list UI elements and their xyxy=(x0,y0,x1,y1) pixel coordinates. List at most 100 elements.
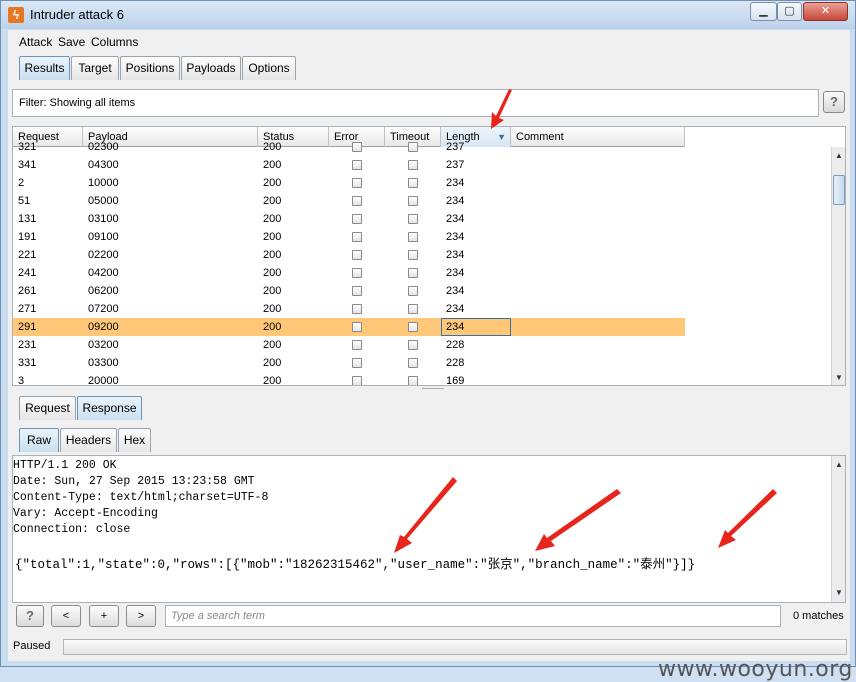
cell-payload: 05000 xyxy=(88,195,119,207)
search-help-button[interactable]: ? xyxy=(16,605,44,627)
table-row[interactable]: 331 03300 200 228 xyxy=(13,354,685,372)
split-divider[interactable] xyxy=(422,385,444,389)
cell-request: 131 xyxy=(18,213,37,225)
cell-length: 228 xyxy=(446,357,465,369)
error-checkbox xyxy=(352,376,362,385)
minimize-button[interactable]: ▁ xyxy=(750,2,777,21)
table-row[interactable]: 221 02200 200 234 xyxy=(13,246,685,264)
cell-status: 200 xyxy=(263,321,282,333)
menu-attack[interactable]: Attack xyxy=(19,35,52,49)
cell-status: 200 xyxy=(263,249,282,261)
tab-target[interactable]: Target xyxy=(71,56,119,80)
cell-status: 200 xyxy=(263,267,282,279)
table-row[interactable]: 271 07200 200 234 xyxy=(13,300,685,318)
table-row[interactable]: 3 20000 200 169 xyxy=(13,372,685,386)
timeout-checkbox xyxy=(408,160,418,170)
search-prev-button[interactable]: < xyxy=(51,605,81,627)
cell-length: 234 xyxy=(446,303,465,315)
cell-length: 237 xyxy=(446,159,465,171)
cell-request: 261 xyxy=(18,285,37,297)
search-input[interactable]: Type a search term xyxy=(165,605,781,627)
cell-payload: 02300 xyxy=(88,141,119,153)
scroll-down-icon[interactable]: ▼ xyxy=(835,588,843,597)
title-bar: ϟ Intruder attack 6 ▁ ▢ ✕ xyxy=(1,1,855,29)
tab-headers[interactable]: Headers xyxy=(60,428,117,452)
table-row[interactable]: 131 03100 200 234 xyxy=(13,210,685,228)
table-row[interactable]: 51 05000 200 234 xyxy=(13,192,685,210)
table-row[interactable]: 291 09200 200 234 xyxy=(13,318,685,336)
scroll-down-icon[interactable]: ▼ xyxy=(835,373,843,382)
table-row[interactable]: 341 04300 200 237 xyxy=(13,156,685,174)
error-checkbox xyxy=(352,322,362,332)
timeout-checkbox xyxy=(408,376,418,385)
cell-payload: 04300 xyxy=(88,159,119,171)
error-checkbox xyxy=(352,358,362,368)
match-count: 0 matches xyxy=(793,610,844,622)
tab-options[interactable]: Options xyxy=(242,56,296,80)
error-checkbox xyxy=(352,304,362,314)
cell-length: 234 xyxy=(446,249,465,261)
response-viewer[interactable]: HTTP/1.1 200 OK Date: Sun, 27 Sep 2015 1… xyxy=(12,455,846,603)
client-area: Attack Save Columns Results Target Posit… xyxy=(8,30,852,682)
cell-status: 200 xyxy=(263,177,282,189)
cell-request: 241 xyxy=(18,267,37,279)
tab-positions[interactable]: Positions xyxy=(120,56,180,80)
cell-length: 237 xyxy=(446,141,465,153)
search-add-button[interactable]: + xyxy=(89,605,119,627)
cell-length: 234 xyxy=(446,213,465,225)
cell-payload: 03100 xyxy=(88,213,119,225)
menu-save[interactable]: Save xyxy=(58,35,85,49)
scroll-up-icon[interactable]: ▲ xyxy=(835,460,843,469)
response-header-line: HTTP/1.1 200 OK xyxy=(13,459,117,472)
cell-status: 200 xyxy=(263,357,282,369)
table-row[interactable]: 231 03200 200 228 xyxy=(13,336,685,354)
tab-request[interactable]: Request xyxy=(19,396,76,420)
tab-response[interactable]: Response xyxy=(77,396,142,420)
filter-text: Filter: Showing all items xyxy=(19,97,136,109)
cell-request: 231 xyxy=(18,339,37,351)
cell-payload: 04200 xyxy=(88,267,119,279)
cell-length: 234 xyxy=(446,285,465,297)
tab-raw[interactable]: Raw xyxy=(19,428,59,452)
cell-payload: 10000 xyxy=(88,177,119,189)
response-scrollbar[interactable]: ▲ ▼ xyxy=(831,456,845,602)
cell-request: 2 xyxy=(18,177,25,189)
progress-bar xyxy=(63,639,847,655)
focused-cell xyxy=(441,318,511,336)
results-table: Request Payload Status Error Timeout Len… xyxy=(12,126,846,386)
error-checkbox xyxy=(352,268,362,278)
search-next-button[interactable]: > xyxy=(126,605,156,627)
cell-length: 234 xyxy=(446,267,465,279)
timeout-checkbox xyxy=(408,340,418,350)
window-title: Intruder attack 6 xyxy=(30,7,124,22)
tab-results[interactable]: Results xyxy=(19,56,70,80)
filter-help-button[interactable]: ? xyxy=(823,91,845,113)
tab-hex[interactable]: Hex xyxy=(118,428,151,452)
table-scrollbar[interactable]: ▲ ▼ xyxy=(831,147,845,385)
table-row[interactable]: 321 02300 200 237 xyxy=(13,138,685,156)
cell-status: 200 xyxy=(263,231,282,243)
timeout-checkbox xyxy=(408,268,418,278)
menu-bar: Attack Save Columns xyxy=(8,30,850,54)
table-row[interactable]: 191 09100 200 234 xyxy=(13,228,685,246)
cell-request: 291 xyxy=(18,321,37,333)
cell-request: 3 xyxy=(18,375,25,386)
table-row[interactable]: 261 06200 200 234 xyxy=(13,282,685,300)
table-row[interactable]: 241 04200 200 234 xyxy=(13,264,685,282)
tab-payloads[interactable]: Payloads xyxy=(181,56,241,80)
cell-status: 200 xyxy=(263,195,282,207)
cell-payload: 06200 xyxy=(88,285,119,297)
scroll-thumb[interactable] xyxy=(833,175,845,205)
filter-bar[interactable]: Filter: Showing all items xyxy=(12,89,819,117)
close-button[interactable]: ✕ xyxy=(803,2,848,21)
timeout-checkbox xyxy=(408,142,418,152)
menu-columns[interactable]: Columns xyxy=(91,35,138,49)
error-checkbox xyxy=(352,178,362,188)
scroll-up-icon[interactable]: ▲ xyxy=(835,151,843,160)
cell-length: 228 xyxy=(446,339,465,351)
cell-length: 234 xyxy=(446,195,465,207)
error-checkbox xyxy=(352,142,362,152)
maximize-button[interactable]: ▢ xyxy=(777,2,802,21)
table-row[interactable]: 2 10000 200 234 xyxy=(13,174,685,192)
burp-lightning-icon: ϟ xyxy=(8,7,24,23)
